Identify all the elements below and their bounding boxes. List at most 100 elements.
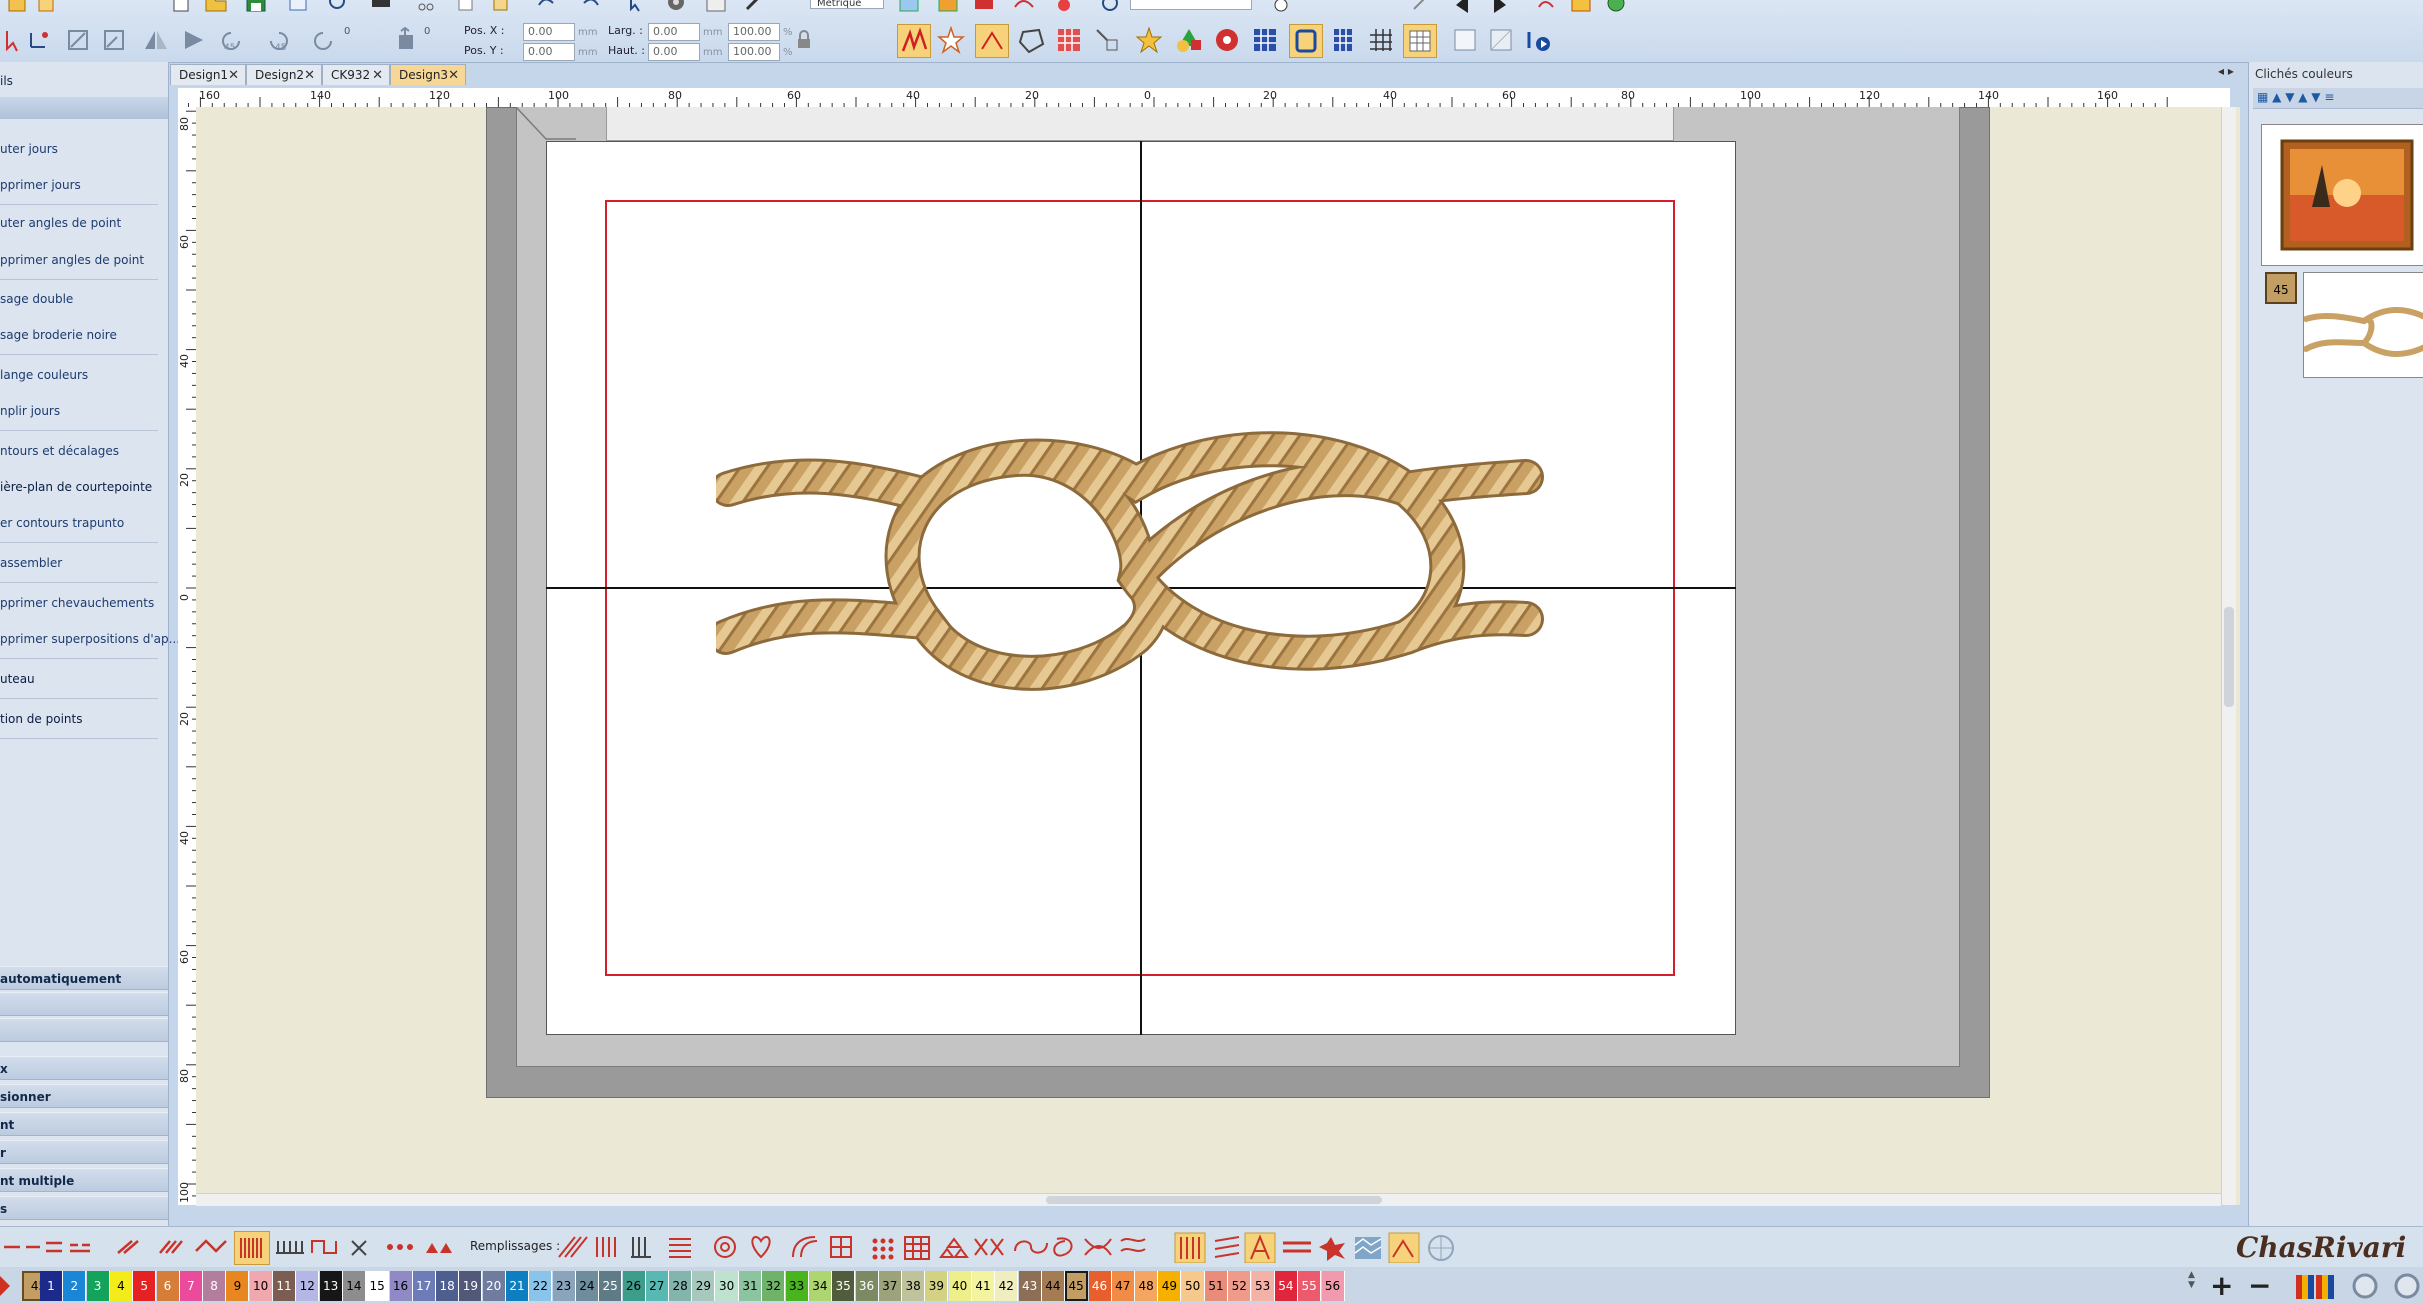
- color-swatch[interactable]: 49: [1158, 1271, 1182, 1301]
- color-swatch[interactable]: 29: [692, 1271, 716, 1301]
- hand-pan-icon[interactable]: [1265, 0, 1297, 18]
- save-icon[interactable]: [240, 0, 272, 18]
- rotate-tool-icon[interactable]: [1530, 0, 1562, 18]
- stitch-player-icon[interactable]: [1523, 24, 1555, 56]
- move-to-center-icon[interactable]: [390, 24, 422, 56]
- shapes-icon[interactable]: [1173, 24, 1205, 56]
- color-swatch[interactable]: 37: [878, 1271, 902, 1301]
- scale-y-input[interactable]: 100.00: [728, 43, 780, 61]
- design-canvas[interactable]: [196, 107, 2240, 1206]
- background-icon[interactable]: [1485, 24, 1517, 56]
- close-tab-icon[interactable]: ✕: [304, 65, 315, 86]
- close-tab-icon[interactable]: ✕: [448, 65, 459, 86]
- tool-stitch-creation[interactable]: tion de points: [0, 712, 82, 726]
- tool-fill-holes[interactable]: nplir jours: [0, 404, 60, 418]
- color-swatch[interactable]: 55: [1298, 1271, 1322, 1301]
- color-swatch[interactable]: 35: [832, 1271, 856, 1301]
- grid-lines-icon[interactable]: [1365, 24, 1397, 56]
- paste-edit-icon[interactable]: [485, 0, 517, 18]
- rotate-free-icon[interactable]: [308, 24, 340, 56]
- close-tab-icon[interactable]: ✕: [228, 65, 239, 86]
- color-swatch[interactable]: 18: [436, 1271, 460, 1301]
- color-swatch[interactable]: 21: [506, 1271, 529, 1301]
- close-tab-icon[interactable]: ✕: [372, 65, 383, 86]
- remove-color-icon[interactable]: −: [2248, 1272, 2271, 1300]
- color-swatch[interactable]: 2: [63, 1271, 87, 1301]
- color-chart-icon[interactable]: [2296, 1273, 2336, 1299]
- star-shape-icon[interactable]: [935, 24, 967, 56]
- tab-design1[interactable]: Design1 ✕: [170, 64, 246, 85]
- color-swatch[interactable]: 6: [156, 1271, 180, 1301]
- color-swatch[interactable]: 3: [86, 1271, 110, 1301]
- tool-assemble[interactable]: assembler: [0, 556, 62, 570]
- flower-tool-icon[interactable]: [1048, 0, 1080, 18]
- zoom-icon[interactable]: [1095, 0, 1127, 18]
- copy-edit-icon[interactable]: [450, 0, 482, 18]
- flower-shape-icon[interactable]: [1211, 24, 1243, 56]
- tab-design2[interactable]: Design2 ✕: [246, 64, 322, 85]
- color-swatch[interactable]: 17: [412, 1271, 436, 1301]
- panel-band-2[interactable]: [0, 992, 168, 1016]
- satin-stitch-icon[interactable]: [234, 1231, 270, 1265]
- color-swatch[interactable]: 45: [1065, 1271, 1089, 1301]
- color-swatch[interactable]: 32: [762, 1271, 786, 1301]
- tool-trapunto-contours[interactable]: er contours trapunto: [0, 516, 124, 530]
- pos-y-input[interactable]: 0.00: [523, 43, 575, 61]
- rope-knot-design[interactable]: [716, 407, 1576, 727]
- color-swatch[interactable]: 16: [389, 1271, 413, 1301]
- panel-band-7[interactable]: r: [0, 1140, 168, 1164]
- next-icon[interactable]: [1485, 0, 1517, 18]
- hoop-icon[interactable]: [700, 0, 732, 18]
- globe-icon[interactable]: [1600, 0, 1632, 18]
- width-input[interactable]: 0.00: [648, 23, 700, 41]
- zoom-page-icon[interactable]: [322, 0, 354, 18]
- panel-band-6[interactable]: nt: [0, 1112, 168, 1136]
- color-swatch[interactable]: 24: [575, 1271, 599, 1301]
- panel-band-position[interactable]: sionner: [0, 1084, 168, 1108]
- color-swatch[interactable]: 36: [855, 1271, 879, 1301]
- tab-design3[interactable]: Design3 ✕: [390, 64, 466, 85]
- rotate-right-icon[interactable]: 45: [262, 24, 294, 56]
- mirror-horizontal-icon[interactable]: [140, 24, 172, 56]
- color-swatch[interactable]: 56: [1321, 1271, 1345, 1301]
- zoom-select[interactable]: [1130, 0, 1252, 10]
- tool-contours-offsets[interactable]: ntours et décalages: [0, 444, 119, 458]
- frame-hoop-icon[interactable]: [1289, 24, 1323, 58]
- color-swatch[interactable]: 27: [645, 1271, 669, 1301]
- blank-page-icon[interactable]: [1449, 24, 1481, 56]
- color-swatch[interactable]: 28: [669, 1271, 693, 1301]
- tool-blackwork-pass[interactable]: sage broderie noire: [0, 328, 117, 342]
- border-stitch-icons[interactable]: [270, 1231, 470, 1263]
- transform-icon[interactable]: [1091, 24, 1123, 56]
- pos-x-input[interactable]: 0.00: [523, 23, 575, 41]
- thread-spool-icon[interactable]: [2350, 1272, 2380, 1300]
- tools-icon[interactable]: [738, 0, 770, 18]
- stitch-tool-icon[interactable]: [1008, 0, 1040, 18]
- color-swatch[interactable]: 34: [808, 1271, 832, 1301]
- fill-color-icon[interactable]: [1565, 0, 1597, 18]
- vertical-scroll-thumb[interactable]: [2224, 607, 2234, 707]
- grid-fill-icon[interactable]: [1249, 24, 1281, 56]
- tool-blend-colors[interactable]: lange couleurs: [0, 368, 88, 382]
- motif-stitch-icon[interactable]: [975, 24, 1009, 58]
- thread-spool-2-icon[interactable]: [2392, 1272, 2422, 1300]
- color-swatch[interactable]: 52: [1228, 1271, 1252, 1301]
- color-swatch[interactable]: 53: [1251, 1271, 1275, 1301]
- color-swatch[interactable]: 51: [1205, 1271, 1228, 1301]
- node-edit-icon[interactable]: [22, 24, 54, 56]
- color-swatch[interactable]: 14: [342, 1271, 366, 1301]
- color-swatch[interactable]: 50: [1181, 1271, 1205, 1301]
- tool-remove-applique-overlaps[interactable]: pprimer superpositions d'ap...: [0, 632, 180, 646]
- grid-view-icon[interactable]: [1327, 24, 1359, 56]
- hoop-view-icon[interactable]: [893, 0, 925, 18]
- panel-band-9[interactable]: s: [0, 1196, 168, 1220]
- mirror-vertical-icon[interactable]: [178, 24, 210, 56]
- tool-knife[interactable]: uteau: [0, 672, 35, 686]
- panel-band-4[interactable]: x: [0, 1056, 168, 1080]
- zigzag-stitch-icon[interactable]: [897, 24, 931, 58]
- snapshot-design-preview[interactable]: [2303, 272, 2423, 378]
- snapshot-toolbar-icons[interactable]: ▦ ▲ ▼ ▲ ▼ ≡: [2257, 90, 2334, 104]
- undo-icon[interactable]: [530, 0, 562, 18]
- settings-icon[interactable]: [660, 0, 692, 18]
- fill-pattern-icons[interactable]: [555, 1231, 1555, 1263]
